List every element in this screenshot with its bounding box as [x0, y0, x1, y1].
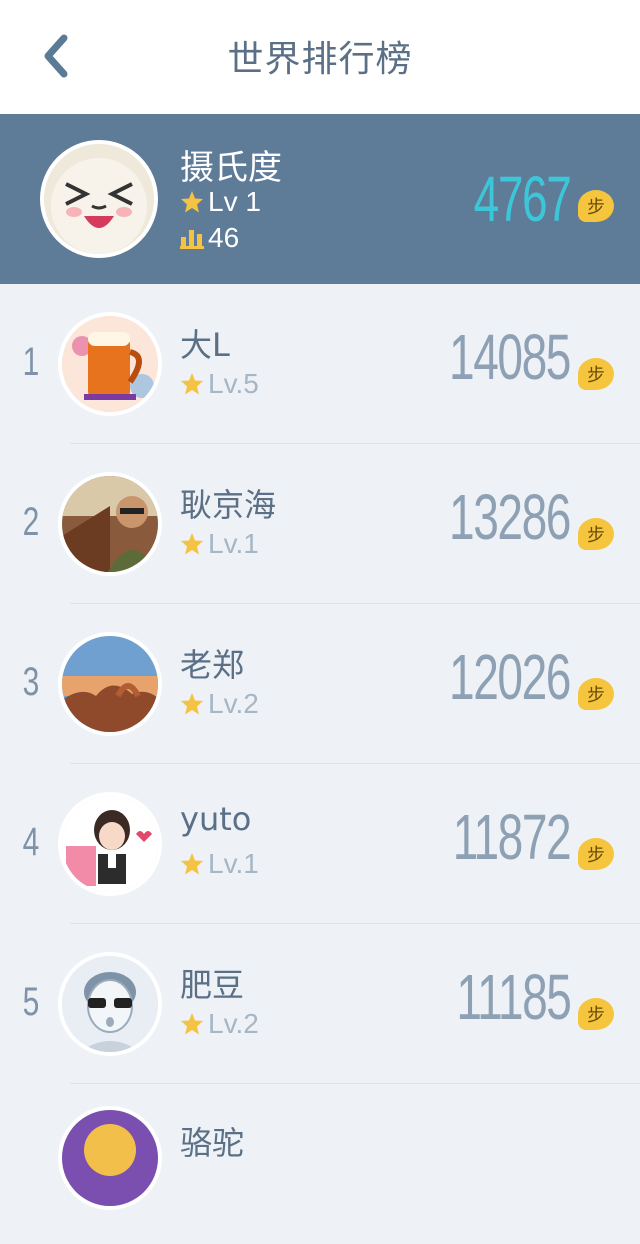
user-level: Lv.1	[180, 848, 259, 880]
list-item[interactable]: 4 yuto Lv.1 11872 步	[0, 764, 640, 924]
avatar[interactable]	[40, 140, 158, 258]
user-level: Lv.5	[180, 368, 259, 400]
star-icon	[181, 853, 203, 875]
user-name: 耿京海	[180, 486, 277, 524]
user-level: Lv.2	[180, 688, 259, 720]
avatar-image	[62, 636, 158, 732]
star-icon	[181, 533, 203, 555]
user-level-text: Lv.2	[208, 1008, 259, 1039]
user-level-text: Lv.1	[208, 848, 259, 879]
my-level: Lv 1	[180, 186, 261, 218]
user-name: 老郑	[180, 646, 245, 684]
user-level-text: Lv.2	[208, 688, 259, 719]
step-badge: 步	[578, 190, 614, 222]
rank-number: 1	[22, 340, 40, 384]
my-rank-text: 46	[208, 222, 240, 253]
user-level: Lv.2	[180, 1008, 259, 1040]
avatar[interactable]	[58, 952, 162, 1056]
my-name: 摄氏度	[180, 148, 282, 188]
rank-number: 3	[22, 660, 40, 704]
step-badge: 步	[578, 998, 614, 1030]
avatar-image	[62, 476, 158, 572]
avatar[interactable]	[58, 792, 162, 896]
avatar-image	[44, 144, 154, 254]
step-badge: 步	[578, 358, 614, 390]
my-rank: 46	[180, 222, 239, 254]
user-level-text: Lv.5	[208, 368, 259, 399]
avatar[interactable]	[58, 472, 162, 576]
step-badge: 步	[578, 678, 614, 710]
user-steps: 11872	[452, 801, 571, 873]
list-item[interactable]: 3 老郑 Lv.2 12026 步	[0, 604, 640, 764]
avatar[interactable]	[58, 1106, 162, 1210]
list-item[interactable]: 2 耿京海 Lv.1 13286 步	[0, 444, 640, 604]
user-name: 骆驼	[180, 1124, 245, 1162]
avatar-image	[62, 316, 158, 412]
avatar[interactable]	[58, 312, 162, 416]
user-level: Lv.1	[180, 528, 259, 560]
list-item[interactable]: 1 大L Lv.5 14085 步	[0, 284, 640, 444]
user-steps: 12026	[449, 641, 571, 713]
page-title: 世界排行榜	[227, 39, 413, 80]
user-steps: 14085	[449, 321, 571, 393]
my-steps: 4767	[473, 163, 571, 235]
step-badge: 步	[578, 838, 614, 870]
star-icon	[181, 1013, 203, 1035]
avatar-image	[62, 956, 158, 1052]
my-rank-card[interactable]: 摄氏度 Lv 1 46 4767 步	[0, 114, 640, 284]
rank-number: 4	[22, 820, 40, 864]
list-item[interactable]: 5 肥豆 Lv.2 11185 步	[0, 924, 640, 1084]
top-bar: 世界排行榜	[0, 0, 640, 114]
user-steps: 11185	[455, 961, 572, 1033]
user-level-text: Lv.1	[208, 528, 259, 559]
avatar-image	[62, 796, 158, 892]
avatar[interactable]	[58, 632, 162, 736]
rank-number: 5	[22, 980, 40, 1024]
user-name: 肥豆	[180, 966, 245, 1004]
avatar-image	[62, 1110, 158, 1206]
user-name: yuto	[180, 800, 252, 838]
rank-number: 2	[22, 500, 40, 544]
my-level-text: Lv 1	[208, 186, 261, 217]
star-icon	[181, 693, 203, 715]
star-icon	[181, 191, 203, 213]
star-icon	[181, 373, 203, 395]
user-steps: 13286	[449, 481, 571, 553]
user-name: 大L	[180, 326, 230, 364]
bar-chart-icon	[180, 230, 204, 249]
list-item[interactable]: 骆驼	[0, 1084, 640, 1244]
step-badge: 步	[578, 518, 614, 550]
